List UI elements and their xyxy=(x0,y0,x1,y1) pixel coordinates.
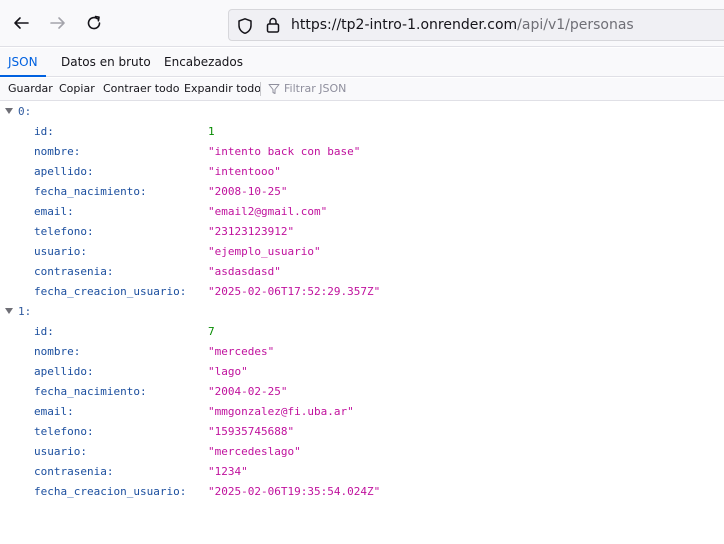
viewer-tabs: JSON Datos en bruto Encabezados xyxy=(0,48,724,77)
field-value: "2025-02-06T19:35:54.024Z" xyxy=(208,485,381,498)
record-header[interactable]: 1: xyxy=(0,302,724,322)
field-key: fecha_creacion_usuario: xyxy=(34,285,187,298)
filter-placeholder: Filtrar JSON xyxy=(284,82,347,95)
save-button[interactable]: Guardar xyxy=(8,82,53,95)
json-field-row[interactable]: id: 7 xyxy=(0,322,724,342)
field-value: "23123123912" xyxy=(208,225,295,238)
field-key: email: xyxy=(34,205,74,218)
json-field-row[interactable]: apellido: "intentooo" xyxy=(0,162,724,182)
field-key: email: xyxy=(34,405,74,418)
field-value: "email2@gmail.com" xyxy=(208,205,328,218)
expand-twisty-icon[interactable] xyxy=(5,108,13,114)
field-value: "1234" xyxy=(208,465,248,478)
field-value: 1 xyxy=(208,125,215,138)
url-path: /api/v1/personas xyxy=(517,17,634,33)
browser-toolbar: https://tp2-intro-1.onrender.com/api/v1/… xyxy=(0,0,724,47)
field-key: contrasenia: xyxy=(34,465,114,478)
field-value: 7 xyxy=(208,325,215,338)
record-index: 1: xyxy=(18,305,32,318)
field-key: telefono: xyxy=(34,425,94,438)
back-button[interactable] xyxy=(8,10,34,36)
field-value: "mmgonzalez@fi.uba.ar" xyxy=(208,405,354,418)
field-key: fecha_creacion_usuario: xyxy=(34,485,187,498)
reload-icon xyxy=(87,15,101,30)
json-field-row[interactable]: usuario: "mercedeslago" xyxy=(0,442,724,462)
field-key: apellido: xyxy=(34,365,94,378)
expand-twisty-icon[interactable] xyxy=(5,308,13,314)
json-field-row[interactable]: usuario: "ejemplo_usuario" xyxy=(0,242,724,262)
json-field-row[interactable]: telefono: "15935745688" xyxy=(0,422,724,442)
url-host: https://tp2-intro-1.onrender.com xyxy=(291,17,518,33)
field-value: "ejemplo_usuario" xyxy=(208,245,321,258)
field-key: nombre: xyxy=(34,145,81,158)
address-bar[interactable]: https://tp2-intro-1.onrender.com/api/v1/… xyxy=(228,9,724,41)
json-field-row[interactable]: telefono: "23123123912" xyxy=(0,222,724,242)
field-value: "2025-02-06T17:52:29.357Z" xyxy=(208,285,381,298)
field-key: usuario: xyxy=(34,245,87,258)
field-key: nombre: xyxy=(34,345,81,358)
json-field-row[interactable]: nombre: "mercedes" xyxy=(0,342,724,362)
json-field-row[interactable]: contrasenia: "asdasdasd" xyxy=(0,262,724,282)
field-key: fecha_nacimiento: xyxy=(34,185,147,198)
field-value: "15935745688" xyxy=(208,425,295,438)
forward-arrow-icon xyxy=(50,17,65,29)
field-value: "mercedes" xyxy=(208,345,275,358)
field-key: fecha_nacimiento: xyxy=(34,385,147,398)
back-arrow-icon xyxy=(14,17,29,29)
field-value: "lago" xyxy=(208,365,248,378)
json-field-row[interactable]: email: "mmgonzalez@fi.uba.ar" xyxy=(0,402,724,422)
forward-button[interactable] xyxy=(45,10,71,36)
field-key: contrasenia: xyxy=(34,265,114,278)
filter-json-input[interactable]: Filtrar JSON xyxy=(268,82,346,95)
json-field-row[interactable]: nombre: "intento back con base" xyxy=(0,142,724,162)
field-key: id: xyxy=(34,125,54,138)
tab-headers[interactable]: Encabezados xyxy=(156,48,251,77)
json-field-row[interactable]: contrasenia: "1234" xyxy=(0,462,724,482)
tab-json[interactable]: JSON xyxy=(0,48,46,77)
reload-button[interactable] xyxy=(81,10,107,36)
field-value: "2004-02-25" xyxy=(208,385,288,398)
field-value: "intento back con base" xyxy=(208,145,361,158)
json-field-row[interactable]: fecha_creacion_usuario: "2025-02-06T17:52… xyxy=(0,282,724,302)
collapse-all-button[interactable]: Contraer todo xyxy=(103,82,180,95)
expand-all-button[interactable]: Expandir todo xyxy=(184,82,261,95)
json-field-row[interactable]: apellido: "lago" xyxy=(0,362,724,382)
field-value: "2008-10-25" xyxy=(208,185,288,198)
json-toolbar: Guardar Copiar Contraer todo Expandir to… xyxy=(0,78,724,101)
json-field-row[interactable]: fecha_nacimiento: "2008-10-25" xyxy=(0,182,724,202)
field-key: id: xyxy=(34,325,54,338)
tracking-shield-icon[interactable] xyxy=(236,17,254,35)
copy-button[interactable]: Copiar xyxy=(59,82,95,95)
json-field-row[interactable]: fecha_creacion_usuario: "2025-02-06T19:35… xyxy=(0,482,724,502)
json-field-row[interactable]: email: "email2@gmail.com" xyxy=(0,202,724,222)
filter-icon xyxy=(268,83,280,94)
record-index: 0: xyxy=(18,105,32,118)
field-key: apellido: xyxy=(34,165,94,178)
url-text[interactable]: https://tp2-intro-1.onrender.com/api/v1/… xyxy=(291,17,634,33)
toolbar-divider xyxy=(260,82,261,96)
tab-raw-data[interactable]: Datos en bruto xyxy=(53,48,159,77)
field-value: "mercedeslago" xyxy=(208,445,301,458)
field-value: "intentooo" xyxy=(208,165,281,178)
json-field-row[interactable]: id: 1 xyxy=(0,122,724,142)
field-key: usuario: xyxy=(34,445,87,458)
record-header[interactable]: 0: xyxy=(0,102,724,122)
json-field-row[interactable]: fecha_nacimiento: "2004-02-25" xyxy=(0,382,724,402)
field-key: telefono: xyxy=(34,225,94,238)
field-value: "asdasdasd" xyxy=(208,265,281,278)
lock-icon[interactable] xyxy=(265,16,281,34)
